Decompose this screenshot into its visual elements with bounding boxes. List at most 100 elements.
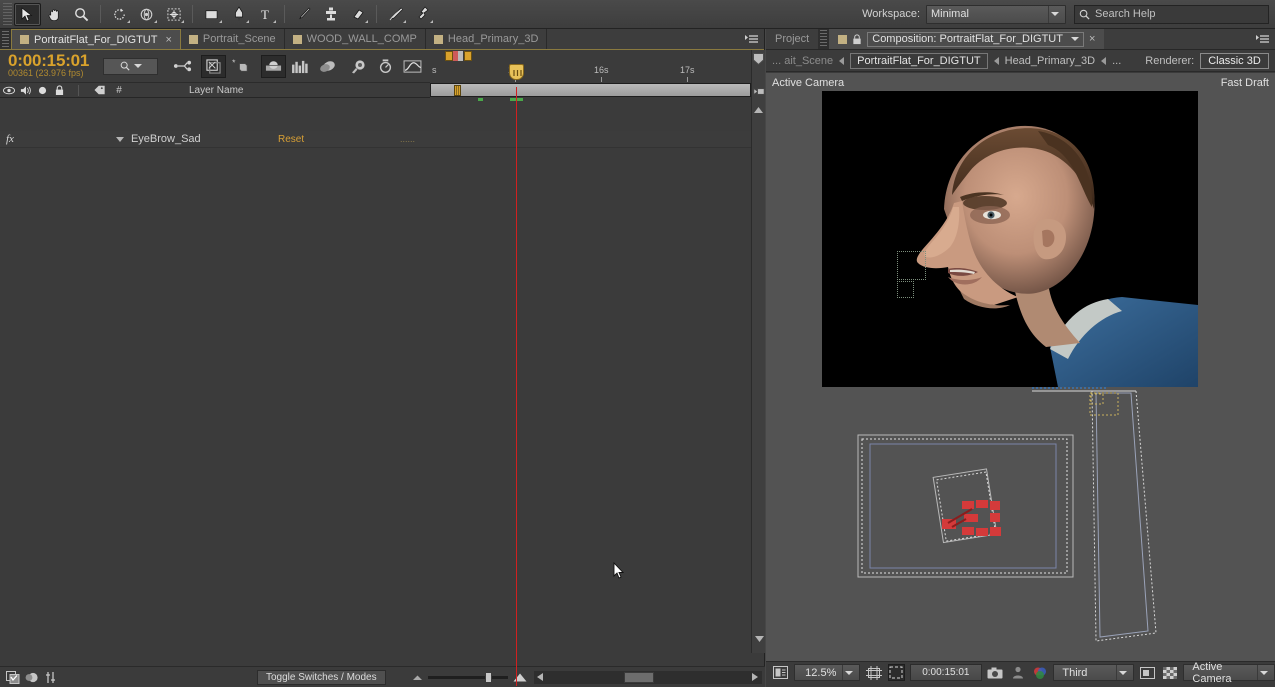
comp-marker-button[interactable] (753, 53, 764, 66)
zoom-slider-knob[interactable] (484, 671, 492, 683)
current-time-block[interactable]: 0:00:15:01 00361 (23.976 fps) (8, 52, 89, 79)
motion-blur-toggle-icon[interactable] (24, 670, 39, 685)
resolution-select[interactable]: Third (1053, 664, 1135, 681)
rotation-tool[interactable] (106, 3, 133, 26)
tab-project[interactable]: Project (766, 29, 819, 49)
scroll-down-arrow[interactable] (754, 634, 765, 645)
motion-blur-button[interactable] (261, 54, 287, 78)
renderer-button[interactable]: Classic 3D (1200, 52, 1269, 69)
eraser-tool[interactable] (344, 3, 371, 26)
selection-tool[interactable] (14, 2, 41, 26)
transparency-grid-icon[interactable] (1161, 664, 1178, 681)
timeline-ruler-area[interactable]: s15s16s17s (430, 50, 765, 131)
viewer-timecode[interactable]: 0:00:15:01 (909, 664, 982, 681)
show-snapshot-icon[interactable] (1009, 664, 1026, 681)
tab-wood-wall-comp[interactable]: WOOD_WALL_COMP (284, 29, 426, 49)
puppet-pin-tool[interactable] (409, 3, 436, 26)
lock-column-icon[interactable] (50, 83, 68, 98)
scroll-up-arrow[interactable] (753, 105, 764, 116)
tab-portrait-scene[interactable]: Portrait_Scene (180, 29, 285, 49)
breadcrumb-item-2[interactable]: ... (1112, 55, 1121, 67)
tab-portraitflat-for-digtut[interactable]: PortraitFlat_For_DIGTUT × (11, 29, 181, 49)
tab-composition[interactable]: Composition: PortraitFlat_For_DIGTUT × (829, 29, 1105, 49)
clone-stamp-tool[interactable] (317, 3, 344, 26)
toggle-switches-modes-button[interactable]: Toggle Switches / Modes (257, 669, 386, 685)
type-tool[interactable]: T (252, 3, 279, 26)
zoom-level-select[interactable]: 12.5% (794, 664, 861, 681)
breadcrumb-item-0[interactable]: PortraitFlat_For_DIGTUT (850, 52, 988, 69)
graph-editor-toggle-icon[interactable] (43, 670, 58, 685)
composition-viewer[interactable]: Active Camera Fast Draft 12.5% 0:00:15:0… (766, 73, 1275, 685)
current-time-indicator-head[interactable] (509, 64, 524, 80)
orbit-camera-tool[interactable] (133, 3, 160, 26)
close-icon[interactable]: × (165, 34, 171, 46)
ruler-tick-label: 17s (680, 65, 695, 75)
channels-icon[interactable] (1031, 664, 1048, 681)
scrollbar-thumb[interactable] (623, 671, 654, 683)
new-3d-layer-button[interactable]: * (228, 55, 253, 78)
camera-view-icon[interactable] (753, 86, 765, 97)
timeline-horizontal-scrollbar[interactable] (533, 670, 762, 684)
viewer-bottom-bar: 12.5% 0:00:15:01 Third Active Camera (766, 661, 1275, 685)
graph-city-button[interactable] (288, 55, 313, 78)
breadcrumb-item-1[interactable]: Head_Primary_3D (1005, 55, 1095, 67)
camera-icon[interactable] (373, 55, 398, 78)
panel-menu-icon[interactable] (1251, 29, 1275, 49)
scroll-left-arrow (536, 673, 543, 681)
pan-behind-tool[interactable] (160, 3, 187, 26)
take-snapshot-icon[interactable] (987, 664, 1004, 681)
zoom-out-icon (412, 675, 422, 680)
audio-column-icon[interactable] (17, 83, 34, 98)
comp-flowchart-icon[interactable] (5, 670, 20, 685)
svg-text:*: * (232, 59, 236, 68)
composition-name-box[interactable]: Composition: PortraitFlat_For_DIGTUT (867, 31, 1084, 47)
tab-label: Composition: PortraitFlat_For_DIGTUT (872, 33, 1063, 45)
breadcrumb-prefix[interactable]: ... ait_Scene (772, 55, 833, 67)
shape-tool[interactable] (198, 3, 225, 26)
effect-reset-link[interactable]: Reset (278, 134, 304, 145)
grid-guides-icon[interactable] (865, 664, 882, 681)
time-ruler[interactable]: s15s16s17s (430, 64, 751, 82)
keyframe-rows-container[interactable] (430, 131, 765, 682)
ruler-tick-label: s (432, 65, 437, 75)
null-selection-box-head-lower[interactable] (897, 281, 914, 298)
comp-swatch-icon (20, 35, 29, 44)
brush-tool[interactable] (290, 3, 317, 26)
timeline-zoom-control[interactable] (412, 671, 527, 683)
search-help-input[interactable]: Search Help (1074, 4, 1269, 24)
zoom-tool[interactable] (68, 3, 95, 26)
roto-brush-tool[interactable] (382, 3, 409, 26)
solo-column-icon[interactable] (34, 83, 50, 98)
fast-draft-label: Fast Draft (1220, 77, 1269, 89)
breadcrumb-arrow-icon (993, 56, 999, 65)
composition-mini-flowchart-button[interactable] (170, 55, 195, 78)
label-column-icon[interactable] (89, 83, 109, 98)
timeline-search-box[interactable] (103, 57, 159, 75)
region-of-interest-toggle[interactable] (1139, 664, 1156, 681)
draft-3d-button[interactable] (201, 54, 227, 78)
video-column-icon[interactable] (0, 83, 17, 98)
workspace-select[interactable]: Minimal (926, 4, 1066, 24)
pill-shapes-icon[interactable] (315, 55, 340, 78)
camera-view-select[interactable]: Active Camera (1183, 661, 1275, 685)
null-selection-box-head-upper[interactable] (897, 251, 926, 280)
always-preview-icon[interactable] (772, 664, 789, 681)
toolbar-grip[interactable] (3, 3, 12, 25)
effect-name[interactable]: EyeBrow_Sad (131, 133, 201, 145)
hand-tool[interactable] (41, 3, 68, 26)
region-of-interest-icon[interactable] (887, 664, 905, 681)
timeline-tab-grip[interactable] (2, 31, 9, 47)
graph-editor-button[interactable] (400, 55, 425, 78)
ruler-tick-mark (687, 77, 688, 82)
spotlight-icon[interactable] (346, 55, 371, 78)
close-icon[interactable]: × (1089, 33, 1095, 45)
work-area-bar[interactable] (430, 83, 751, 97)
expand-effect-arrow[interactable] (114, 136, 127, 142)
timeline-graph-area[interactable]: s15s16s17s (430, 29, 765, 687)
toolbar-separator-3 (284, 5, 285, 23)
effect-dots: ...... (400, 134, 416, 144)
zoom-slider[interactable] (427, 671, 508, 683)
pen-tool[interactable] (225, 3, 252, 26)
work-area-start-handle[interactable] (454, 85, 461, 96)
comp-tab-grip[interactable] (820, 30, 828, 46)
